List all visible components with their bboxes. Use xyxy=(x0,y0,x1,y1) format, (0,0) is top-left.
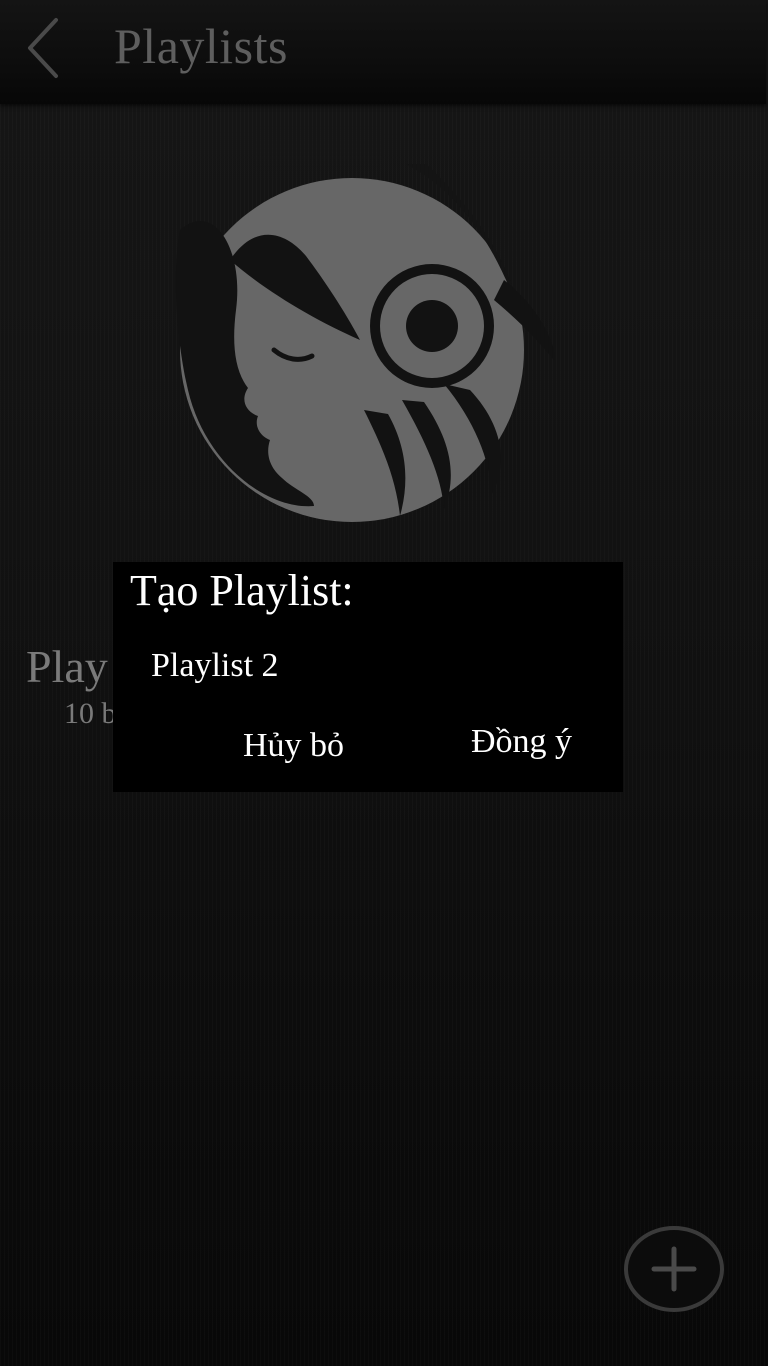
headphones-woman-icon xyxy=(175,164,555,522)
dialog-title: Tạo Playlist: xyxy=(130,566,354,615)
top-bar: Playlists xyxy=(0,0,766,104)
playlist-name-input[interactable] xyxy=(151,642,591,690)
back-button[interactable] xyxy=(18,12,74,82)
page-title: Playlists xyxy=(114,18,288,74)
cancel-button[interactable]: Hủy bỏ xyxy=(243,724,344,768)
create-playlist-dialog: Tạo Playlist: Hủy bỏ Đồng ý xyxy=(113,562,623,792)
playlist-item-subtitle: 10 b xyxy=(64,697,117,730)
ok-button[interactable]: Đồng ý xyxy=(471,720,572,764)
chevron-left-icon xyxy=(28,18,58,78)
playlist-item-title[interactable]: Play xyxy=(26,638,108,696)
plus-circle-icon xyxy=(624,1226,724,1312)
add-playlist-button[interactable] xyxy=(622,1224,726,1314)
playlists-screen: Playlists Play 10 b Tạo Playlist: Hủy bỏ… xyxy=(0,0,768,1366)
